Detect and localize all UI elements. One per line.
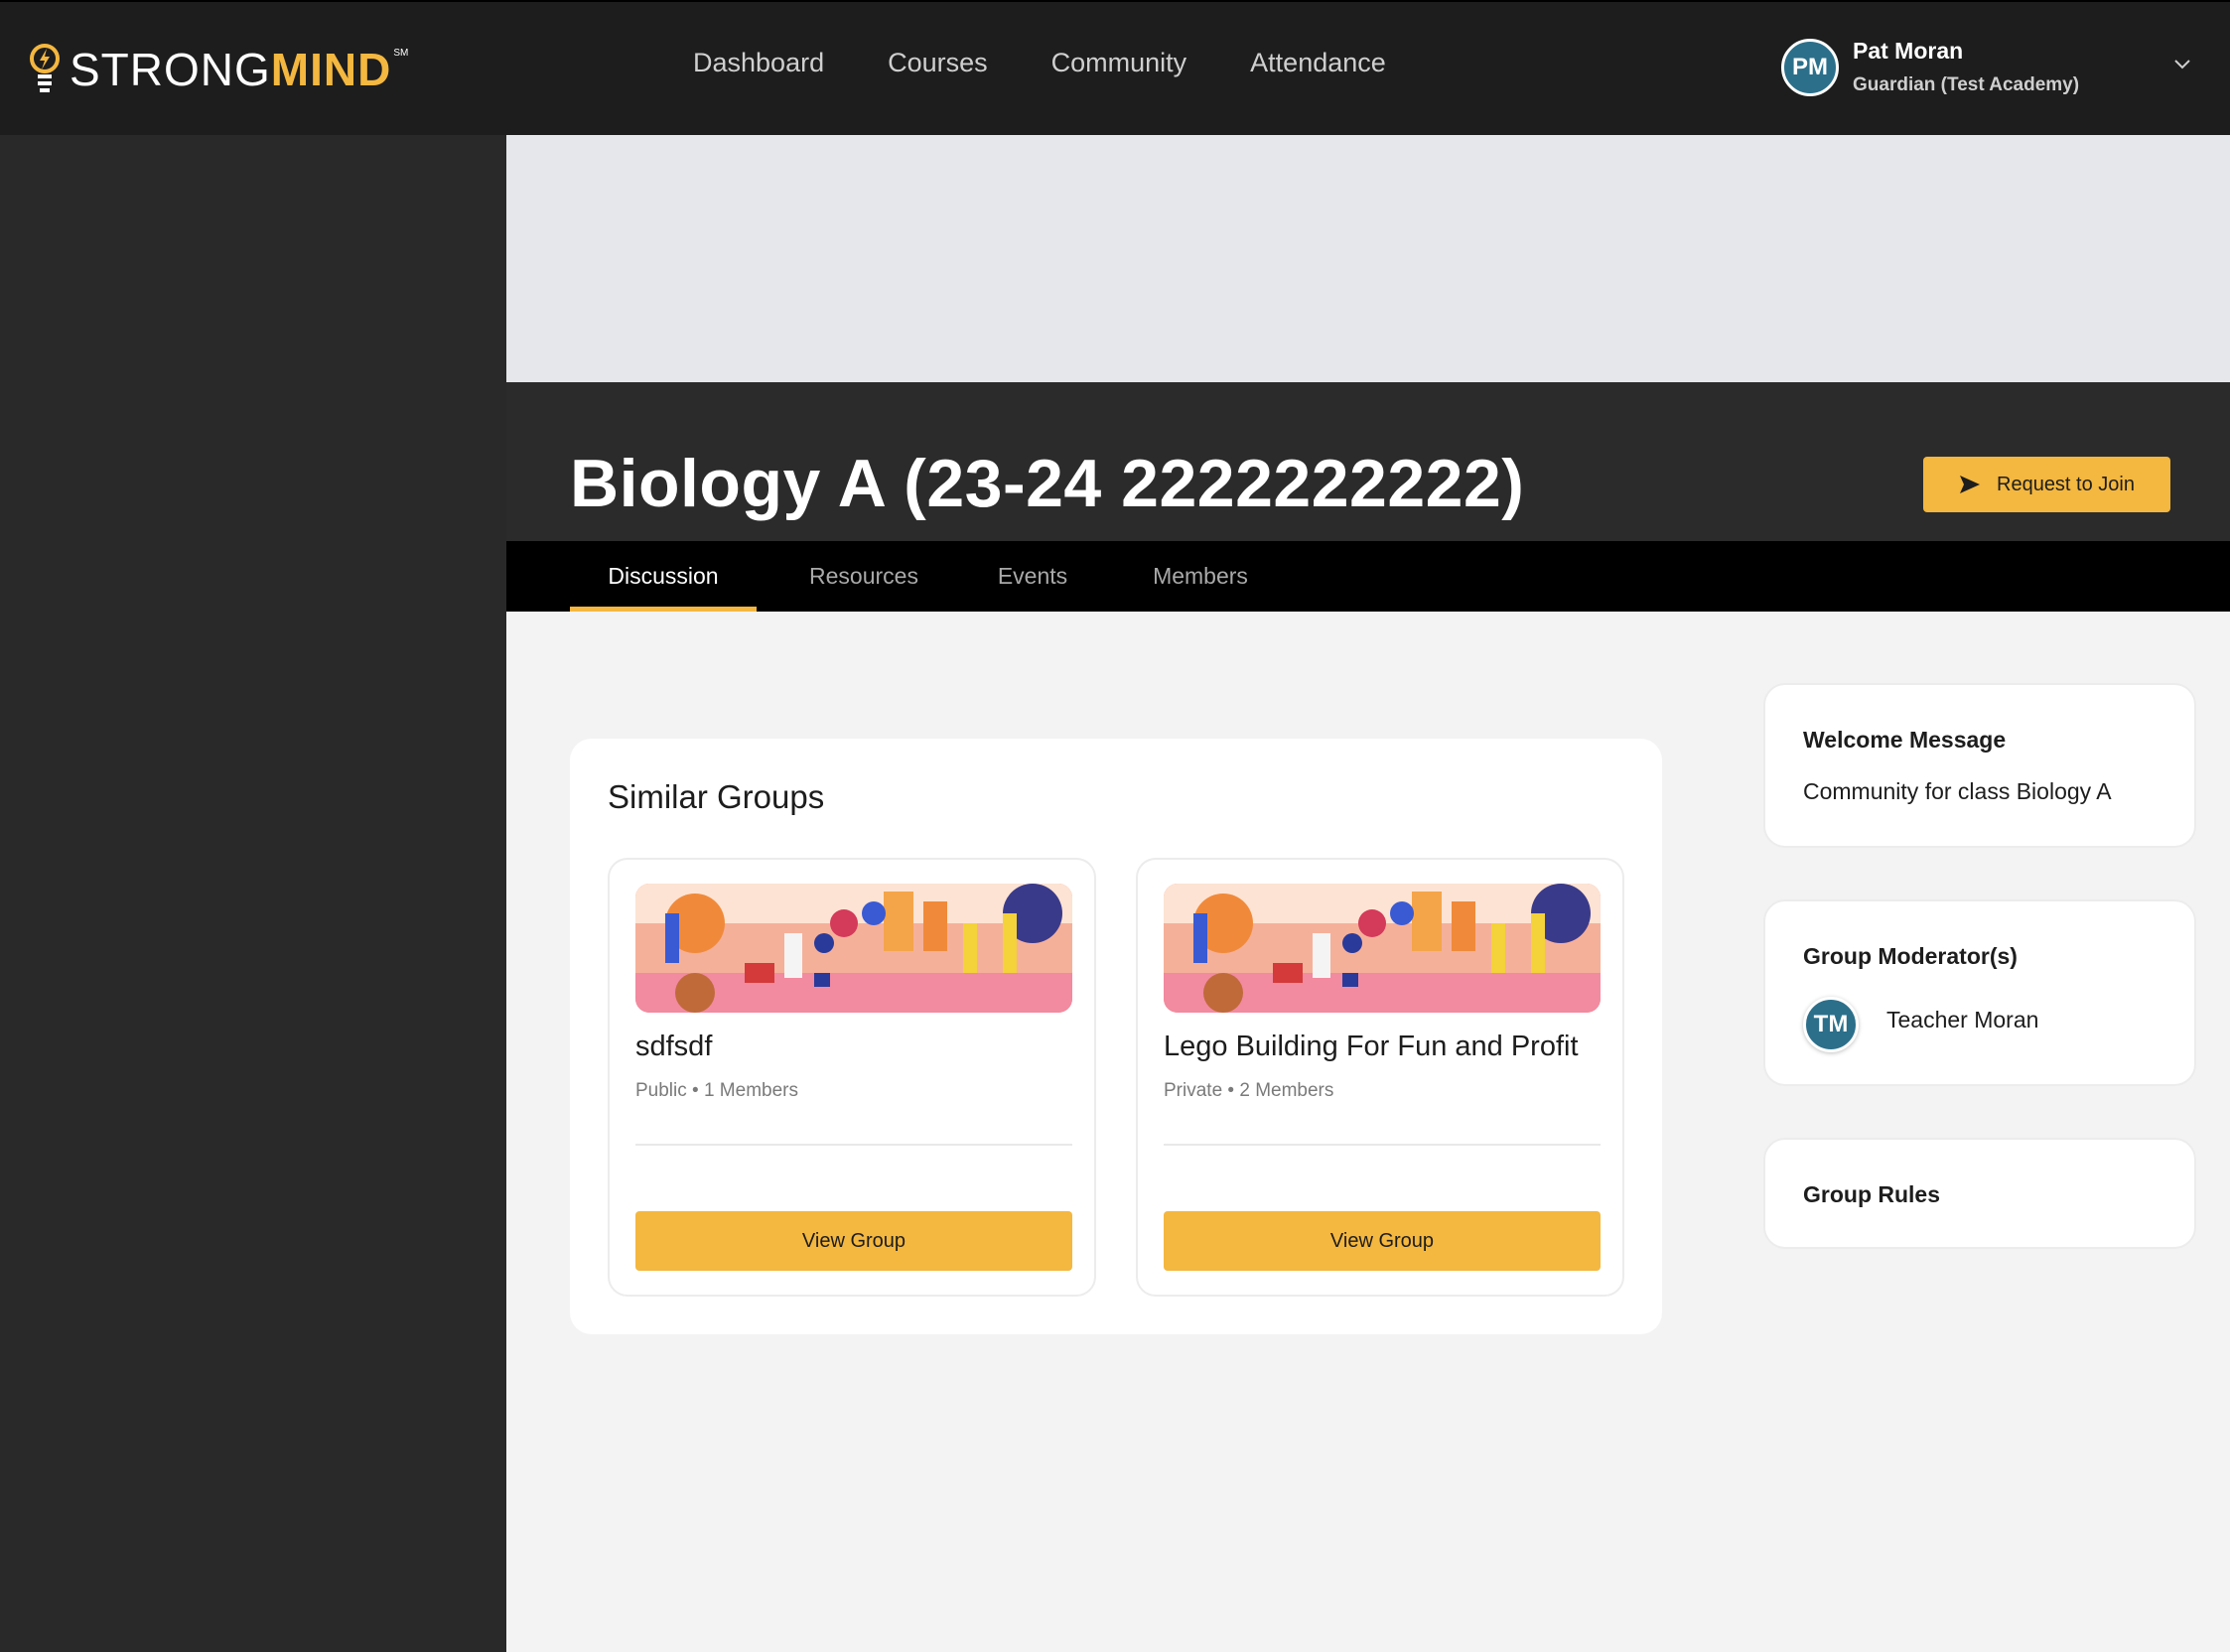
- send-icon: [1960, 476, 1980, 493]
- group-card-image: [1164, 884, 1601, 1013]
- nav-courses[interactable]: Courses: [888, 48, 988, 78]
- moderator-name[interactable]: Teacher Moran: [1886, 1007, 2038, 1033]
- view-group-button[interactable]: View Group: [1164, 1211, 1601, 1271]
- user-menu[interactable]: PM Pat Moran Guardian (Test Academy): [1781, 38, 2079, 96]
- group-card-name: sdfsdf: [635, 1031, 713, 1062]
- logo-service-mark: SM: [393, 48, 409, 59]
- tab-members[interactable]: Members: [1128, 541, 1273, 612]
- nav-attendance[interactable]: Attendance: [1250, 48, 1386, 78]
- group-moderators-card: Group Moderator(s) TM Teacher Moran: [1763, 899, 2196, 1086]
- nav-community[interactable]: Community: [1051, 48, 1187, 78]
- group-card[interactable]: Lego Building For Fun and Profit Private…: [1136, 858, 1624, 1297]
- group-tabs: Discussion Resources Events Members: [506, 541, 2230, 612]
- group-card[interactable]: sdfsdf Public • 1 Members View Group: [608, 858, 1096, 1297]
- user-info: Pat Moran Guardian (Test Academy): [1853, 38, 2079, 96]
- tab-discussion[interactable]: Discussion: [570, 541, 757, 612]
- similar-groups-title: Similar Groups: [608, 778, 825, 815]
- chevron-down-icon[interactable]: [2174, 60, 2190, 69]
- user-role: Guardian (Test Academy): [1853, 74, 2080, 95]
- welcome-message-text: Community for class Biology A: [1803, 778, 2112, 804]
- request-to-join-button[interactable]: Request to Join: [1923, 457, 2170, 512]
- nav-dashboard[interactable]: Dashboard: [693, 48, 824, 78]
- divider: [635, 1144, 1072, 1146]
- group-rules-title: Group Rules: [1803, 1181, 1941, 1207]
- group-card-name: Lego Building For Fun and Profit: [1164, 1031, 1579, 1062]
- group-moderators-title: Group Moderator(s): [1803, 943, 2018, 969]
- group-card-meta: Public • 1 Members: [635, 1080, 798, 1101]
- logo-strong: STRONG: [70, 44, 271, 95]
- similar-groups-panel: Similar Groups sdfsdf Public • 1 Members…: [570, 739, 1662, 1334]
- page-title: Biology A (23-24 2222222222): [570, 446, 1525, 521]
- moderator-avatar[interactable]: TM: [1803, 997, 1859, 1052]
- main-nav: Dashboard Courses Community Attendance: [693, 48, 1386, 78]
- logo-mind: MIND: [270, 44, 392, 95]
- group-rules-card: Group Rules: [1763, 1138, 2196, 1249]
- lightbulb-icon: [30, 44, 60, 92]
- welcome-message-title: Welcome Message: [1803, 727, 2007, 753]
- tab-events[interactable]: Events: [973, 541, 1092, 612]
- top-navigation-bar: STRONGMIND SM Dashboard Courses Communit…: [0, 0, 2230, 135]
- user-name: Pat Moran: [1853, 38, 1964, 64]
- request-to-join-label: Request to Join: [1997, 473, 2135, 495]
- user-avatar: PM: [1781, 38, 1839, 96]
- group-banner: [506, 135, 2230, 382]
- logo-wordmark: STRONGMIND: [70, 43, 391, 96]
- group-card-meta: Private • 2 Members: [1164, 1080, 1334, 1101]
- view-group-button[interactable]: View Group: [635, 1211, 1072, 1271]
- left-sidebar: [0, 135, 506, 1652]
- strongmind-logo[interactable]: STRONGMIND SM: [28, 42, 408, 97]
- group-card-image: [635, 884, 1072, 1013]
- welcome-message-card: Welcome Message Community for class Biol…: [1763, 683, 2196, 848]
- divider: [1164, 1144, 1601, 1146]
- tab-resources[interactable]: Resources: [790, 541, 937, 612]
